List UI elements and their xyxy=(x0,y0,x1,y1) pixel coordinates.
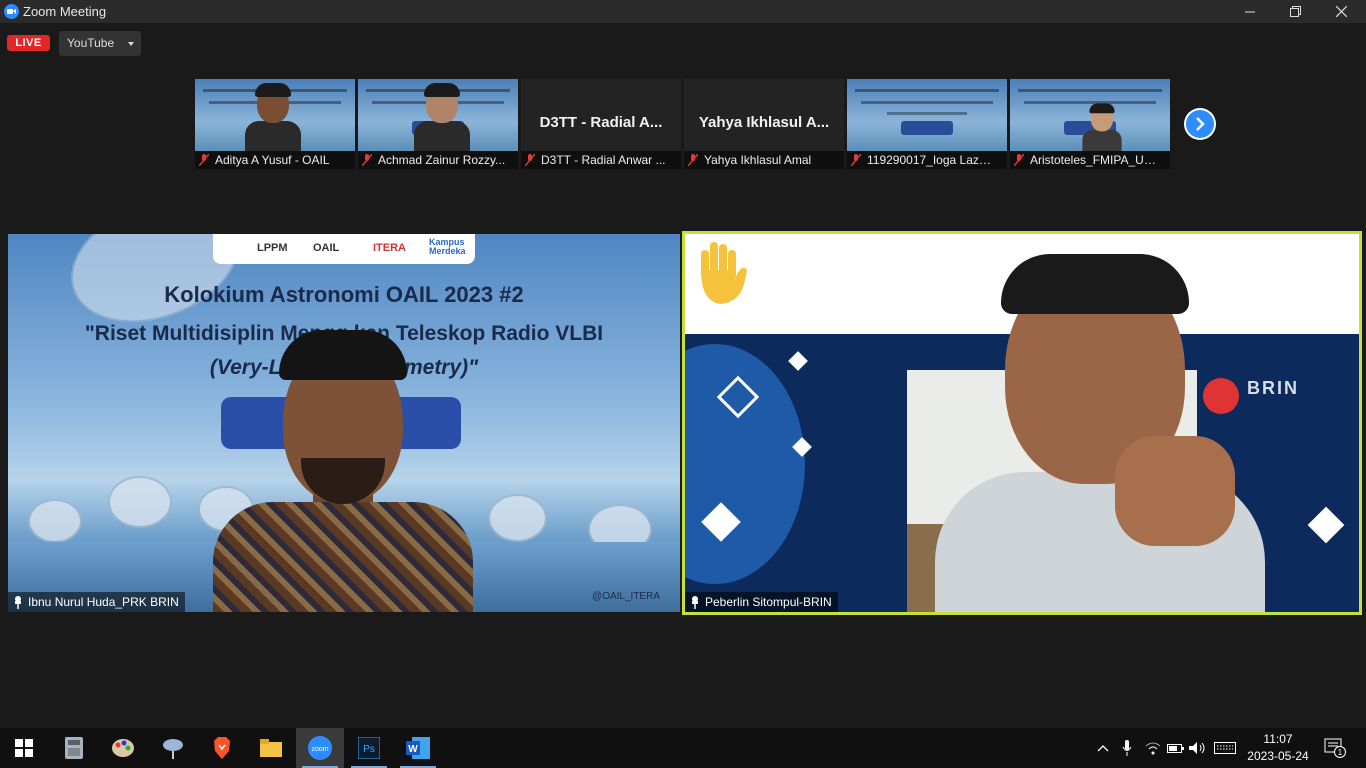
participant-thumbnail[interactable]: Yahya Ikhlasul A... Yahya Ikhlasul Amal xyxy=(684,79,844,169)
participant-thumbnail[interactable]: Achmad Zainur Rozzy... xyxy=(358,79,518,169)
calculator-icon[interactable] xyxy=(50,728,98,768)
pin-icon xyxy=(689,595,701,609)
muted-mic-icon xyxy=(687,153,699,167)
windows-taskbar: zoom Ps W 11:07 2023-05-24 1 xyxy=(0,728,1366,768)
participant-video xyxy=(935,246,1265,612)
system-clock[interactable]: 11:07 2023-05-24 xyxy=(1240,731,1316,765)
muted-mic-icon xyxy=(1013,153,1025,167)
notification-icon[interactable]: 1 xyxy=(1320,728,1350,768)
video-tile-peberlin[interactable]: BRIN Peberlin Sitompul-BRIN xyxy=(682,231,1362,615)
participant-video xyxy=(213,330,473,612)
next-page-button[interactable] xyxy=(1184,108,1216,140)
participant-name: Achmad Zainur Rozzy... xyxy=(378,153,506,167)
pin-icon xyxy=(12,595,24,609)
chevron-right-icon xyxy=(1186,110,1214,138)
muted-mic-icon xyxy=(361,153,373,167)
participant-name: Aristoteles_FMIPA_UN... xyxy=(1030,153,1158,167)
network-app-icon[interactable] xyxy=(149,728,197,768)
participant-name-bar: Peberlin Sitompul-BRIN xyxy=(685,592,838,612)
brave-icon[interactable] xyxy=(198,728,246,768)
chevron-down-icon xyxy=(128,42,134,46)
network-icon[interactable] xyxy=(1142,728,1164,768)
start-icon[interactable] xyxy=(0,728,48,768)
participant-thumbnail[interactable]: Aditya A Yusuf - OAIL xyxy=(195,79,355,169)
battery-icon[interactable] xyxy=(1166,728,1186,768)
muted-mic-icon xyxy=(524,153,536,167)
muted-mic-icon xyxy=(850,153,862,167)
clock-date: 2023-05-24 xyxy=(1247,749,1309,763)
keyboard-icon[interactable] xyxy=(1212,728,1238,768)
participant-thumbnail[interactable]: Aristoteles_FMIPA_UN... xyxy=(1010,79,1170,169)
window-titlebar: Zoom Meeting xyxy=(0,0,1366,23)
slide-sponsor-banner: LPPM OAIL ITERA Kampus Merdeka xyxy=(213,234,475,264)
muted-mic-icon xyxy=(198,153,210,167)
svg-text:1: 1 xyxy=(1338,748,1343,757)
participant-display-name: D3TT - Radial A... xyxy=(539,114,663,131)
paint-icon[interactable] xyxy=(99,728,147,768)
close-button[interactable] xyxy=(1318,0,1364,23)
slide-title: Kolokium Astronomi OAIL 2023 #2 xyxy=(164,282,524,307)
chevron-up-icon[interactable] xyxy=(1094,728,1112,768)
participant-name: Aditya A Yusuf - OAIL xyxy=(215,153,330,167)
livestream-platform-dropdown[interactable]: YouTube xyxy=(59,31,141,56)
clock-time: 11:07 xyxy=(1263,732,1293,746)
platform-label: YouTube xyxy=(67,36,115,50)
participant-name: Yahya Ikhlasul Amal xyxy=(704,153,812,167)
window-title: Zoom Meeting xyxy=(23,4,107,19)
restore-button[interactable] xyxy=(1272,0,1318,23)
photoshop-icon[interactable]: Ps xyxy=(345,728,393,768)
word-icon[interactable]: W xyxy=(394,728,442,768)
participant-name: 119290017_Ioga Lazu... xyxy=(867,153,995,167)
svg-text:Ps: Ps xyxy=(363,744,375,755)
microphone-icon[interactable] xyxy=(1118,728,1136,768)
participant-thumbnail[interactable]: D3TT - Radial A... D3TT - Radial Anwar .… xyxy=(521,79,681,169)
participant-name: D3TT - Radial Anwar ... xyxy=(541,153,666,167)
volume-icon[interactable] xyxy=(1188,728,1208,768)
minimize-button[interactable] xyxy=(1227,0,1273,23)
participant-name-bar: Ibnu Nurul Huda_PRK BRIN xyxy=(8,592,185,612)
live-badge: LIVE xyxy=(7,35,50,51)
slide-social-handle: @OAIL_ITERA xyxy=(592,591,660,602)
svg-text:W: W xyxy=(408,744,418,755)
participant-thumbnail[interactable]: 119290017_Ioga Lazu... xyxy=(847,79,1007,169)
participant-name: Ibnu Nurul Huda_PRK BRIN xyxy=(28,595,179,609)
raised-hand-icon xyxy=(695,240,749,306)
zoom-app-icon xyxy=(4,4,19,19)
participant-display-name: Yahya Ikhlasul A... xyxy=(698,114,830,131)
svg-text:zoom: zoom xyxy=(311,746,328,753)
video-tile-ibnu[interactable]: LPPM OAIL ITERA Kampus Merdeka Kolokium … xyxy=(8,234,680,612)
zoom-icon[interactable]: zoom xyxy=(296,728,344,768)
file-explorer-icon[interactable] xyxy=(247,728,295,768)
participant-name: Peberlin Sitompul-BRIN xyxy=(705,595,832,609)
